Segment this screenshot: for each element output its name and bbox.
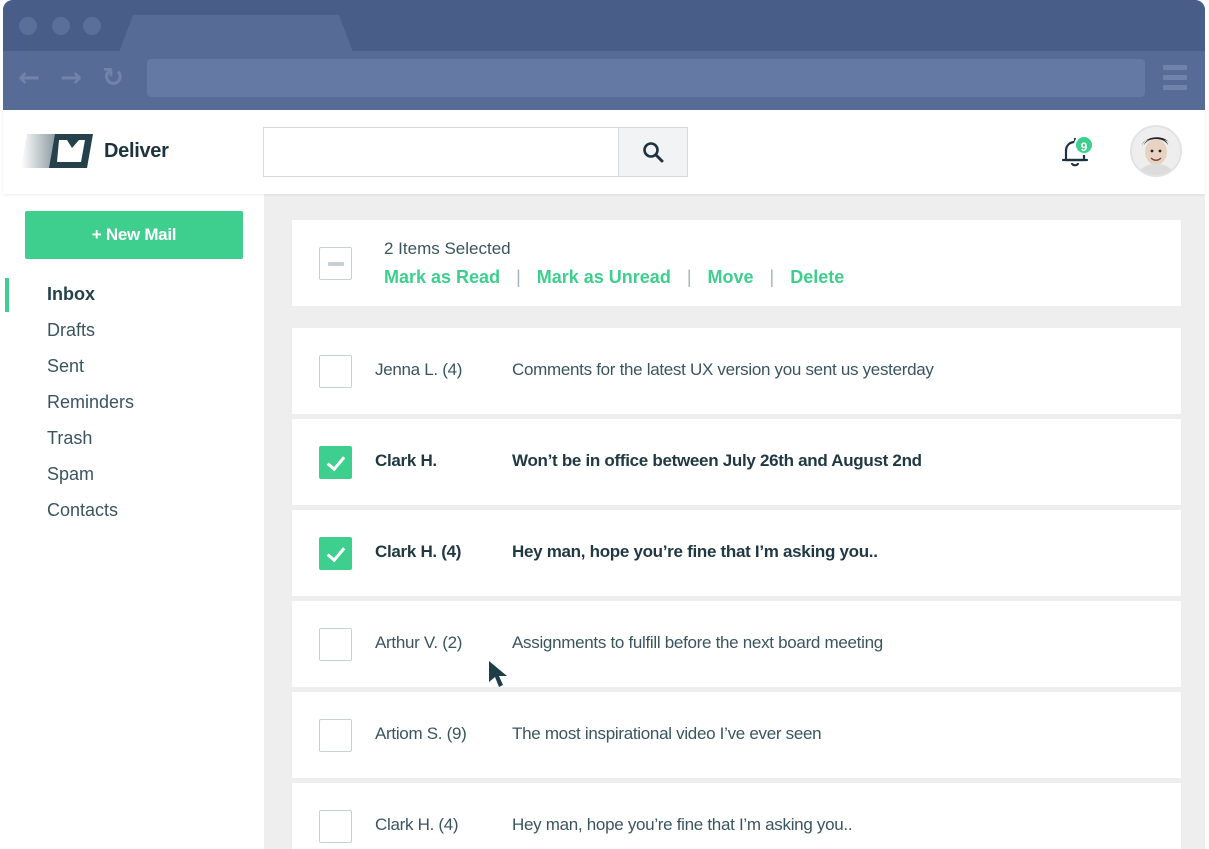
email-sender: Artiom S. (9) — [375, 724, 467, 743]
email-subject: Hey man, hope you’re fine that I’m askin… — [512, 542, 878, 561]
sidebar-item-sent[interactable]: Sent — [3, 348, 264, 384]
sidebar-item-spam[interactable]: Spam — [3, 456, 264, 492]
hamburger-menu-icon[interactable] — [1163, 65, 1187, 91]
new-mail-button[interactable]: + New Mail — [25, 211, 243, 259]
notification-badge: 9 — [1074, 135, 1094, 155]
mark-as-unread-link[interactable]: Mark as Unread — [537, 267, 671, 288]
folder-list: Inbox Drafts Sent Reminders Trash Spam C… — [3, 276, 264, 528]
mail-list-area: 2 Items Selected Mark as Read | Mark as … — [264, 194, 1205, 849]
email-row[interactable]: Artiom S. (9) The most inspirational vid… — [292, 692, 1181, 778]
email-sender: Jenna L. (4) — [375, 360, 463, 379]
email-checkbox[interactable] — [319, 446, 352, 479]
sidebar: + New Mail Inbox Drafts Sent Reminders T… — [3, 194, 264, 849]
search-button[interactable] — [618, 128, 687, 176]
email-row[interactable]: Clark H. Won’t be in office between July… — [292, 419, 1181, 505]
selection-actions: Mark as Read | Mark as Unread | Move | D… — [384, 267, 844, 288]
email-subject: Assignments to fulfill before the next b… — [512, 633, 883, 652]
browser-tab[interactable] — [119, 15, 353, 52]
reload-icon[interactable]: ↻ — [99, 64, 127, 92]
email-sender: Clark H. (4) — [375, 815, 459, 834]
email-sender: Arthur V. (2) — [375, 633, 463, 652]
address-bar[interactable] — [147, 59, 1145, 97]
arrow-left-icon[interactable]: ← — [15, 64, 43, 92]
sidebar-item-reminders[interactable]: Reminders — [3, 384, 264, 420]
sidebar-item-drafts[interactable]: Drafts — [3, 312, 264, 348]
browser-chrome: ← → ↻ — [3, 0, 1205, 110]
sidebar-item-inbox[interactable]: Inbox — [3, 276, 264, 312]
window-minimize-dot[interactable] — [52, 17, 70, 35]
window-close-dot[interactable] — [19, 17, 37, 35]
selection-summary: 2 Items Selected — [384, 239, 511, 258]
email-row[interactable]: Arthur V. (2) Assignments to fulfill bef… — [292, 601, 1181, 687]
email-checkbox[interactable] — [319, 628, 352, 661]
select-all-checkbox[interactable] — [319, 247, 352, 280]
sidebar-item-contacts[interactable]: Contacts — [3, 492, 264, 528]
arrow-right-icon[interactable]: → — [57, 64, 85, 92]
email-sender: Clark H. (4) — [375, 542, 462, 561]
logo-icon — [21, 134, 93, 168]
email-checkbox[interactable] — [319, 810, 352, 843]
email-sender: Clark H. — [375, 451, 437, 470]
email-checkbox[interactable] — [319, 719, 352, 752]
mouse-cursor-icon — [489, 661, 507, 687]
search-input[interactable] — [264, 128, 619, 176]
action-separator: | — [516, 267, 521, 287]
email-subject: The most inspirational video I’ve ever s… — [512, 724, 822, 743]
email-row[interactable]: Jenna L. (4) Comments for the latest UX … — [292, 328, 1181, 414]
delete-link[interactable]: Delete — [790, 267, 844, 288]
email-subject: Comments for the latest UX version you s… — [512, 360, 934, 379]
avatar[interactable] — [1130, 125, 1182, 177]
mark-as-read-link[interactable]: Mark as Read — [384, 267, 500, 288]
email-checkbox[interactable] — [319, 537, 352, 570]
email-checkbox[interactable] — [319, 355, 352, 388]
email-row[interactable]: Clark H. (4) Hey man, hope you’re fine t… — [292, 510, 1181, 596]
move-link[interactable]: Move — [708, 267, 754, 288]
selection-toolbar: 2 Items Selected Mark as Read | Mark as … — [292, 220, 1181, 306]
action-separator: | — [769, 267, 775, 287]
brand-name: Deliver — [104, 140, 169, 162]
window-maximize-dot[interactable] — [83, 17, 101, 35]
action-separator: | — [686, 267, 692, 287]
email-row[interactable]: Clark H. (4) Hey man, hope you’re fine t… — [292, 783, 1181, 849]
app-header: Deliver 9 — [3, 110, 1205, 194]
sidebar-item-trash[interactable]: Trash — [3, 420, 264, 456]
email-list: Jenna L. (4) Comments for the latest UX … — [292, 328, 1181, 849]
email-subject: Hey man, hope you’re fine that I’m askin… — [512, 815, 853, 834]
search-icon — [643, 142, 664, 163]
email-subject: Won’t be in office between July 26th and… — [512, 451, 922, 470]
search-box — [263, 127, 688, 177]
